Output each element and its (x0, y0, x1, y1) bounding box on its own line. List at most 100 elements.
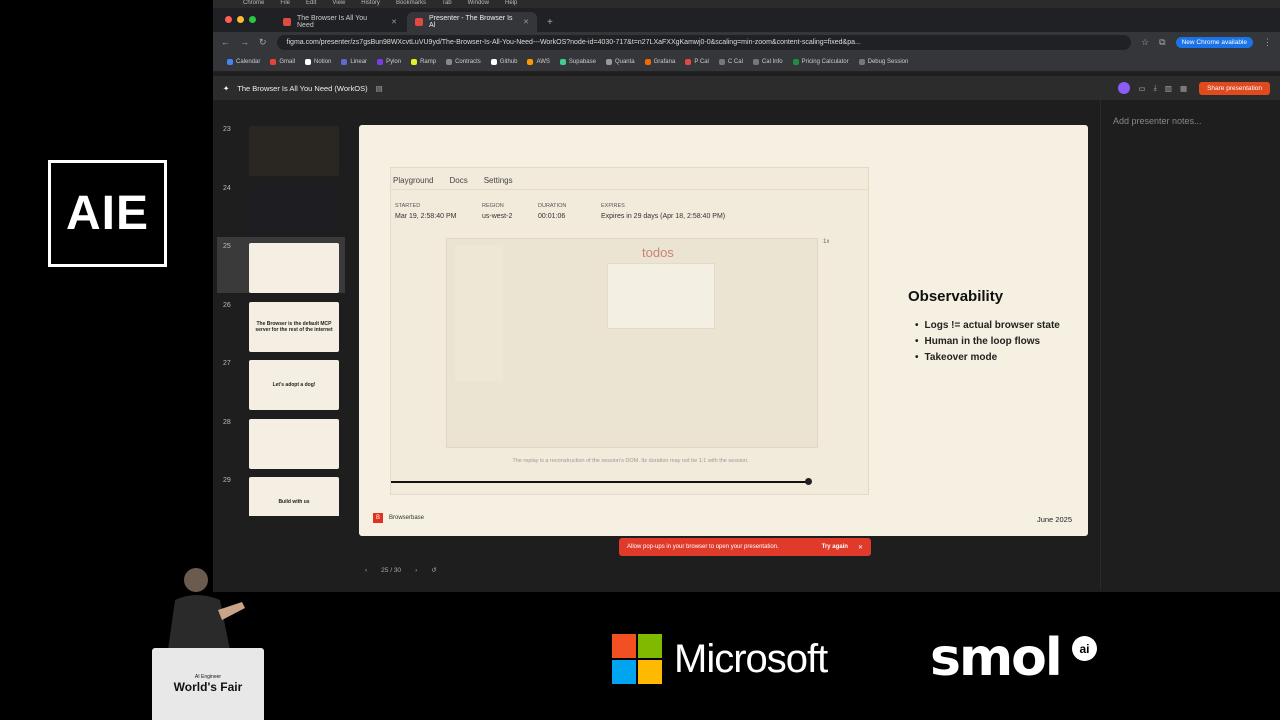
bookmark-label: Pricing Calculator (801, 58, 849, 65)
bookmark-favicon-icon (792, 58, 799, 65)
mac-menu-item[interactable]: Bookmarks (396, 0, 426, 6)
bookmark-item[interactable]: Pricing Calculator (792, 58, 849, 65)
bookmark-item[interactable]: Linear (341, 58, 367, 65)
tab-settings: Settings (483, 176, 513, 185)
forward-icon[interactable]: → (240, 37, 249, 47)
bookmark-item[interactable]: Notion (305, 58, 331, 65)
meta-duration: DURATION 00:01:06 (538, 203, 567, 220)
bookmark-label: Github (499, 58, 518, 65)
close-window-button[interactable] (225, 16, 232, 23)
reload-icon[interactable]: ↻ (259, 37, 267, 48)
bookmark-item[interactable]: Cal Info (752, 58, 783, 65)
mac-menu-item[interactable]: View (332, 0, 345, 6)
thumbnail-number: 28 (223, 418, 231, 426)
mac-menu-item[interactable]: Window (468, 0, 489, 6)
mac-menu-item[interactable]: Tab (442, 0, 452, 6)
slide-thumbnail-panel[interactable]: 23 24 25 26 The Browser is the default MCP s… (217, 100, 345, 516)
replay-sidebar (455, 245, 503, 381)
mac-menu-bar: Chrome File Edit View History Bookmarks Tab Win… (213, 0, 1280, 8)
bookmark-favicon-icon (270, 58, 277, 65)
settings-icon[interactable]: ▦ (1180, 84, 1187, 93)
slide-heading: Observability (908, 288, 1004, 305)
layout-icon[interactable]: ▥ (1165, 84, 1172, 93)
back-icon[interactable]: ← (221, 37, 230, 47)
url-input[interactable]: figma.com/presenter/zs7gsBun98WXcvtLuVU9… (276, 34, 1132, 50)
close-tab-icon[interactable]: ✕ (523, 18, 529, 26)
star-icon[interactable]: ☆ (1141, 37, 1149, 48)
slide-thumbnail-29[interactable]: 29 Build with us (217, 471, 345, 516)
bookmark-favicon-icon (644, 58, 651, 65)
restart-icon[interactable]: ↺ (431, 566, 436, 574)
sidebar-toggle-icon[interactable]: ▤ (376, 84, 383, 93)
thumbnail-preview (249, 126, 339, 176)
bookmark-item[interactable]: C Cal (718, 58, 743, 65)
bookmark-item[interactable]: P Cal (685, 58, 709, 65)
tab-docs: Docs (449, 176, 468, 185)
try-again-button[interactable]: Try again (822, 544, 848, 550)
slide-date: June 2025 (1036, 515, 1072, 524)
bookmark-item[interactable]: Ramp (411, 58, 437, 65)
slide-thumbnail-27[interactable]: 27 Let's adopt a dog! (217, 354, 345, 410)
bookmark-favicon-icon (752, 58, 759, 65)
bookmark-label: Supabase (568, 58, 596, 65)
slide-thumbnail-26[interactable]: 26 The Browser is the default MCP server … (217, 296, 345, 352)
prev-slide-icon[interactable]: ‹ (365, 567, 367, 574)
session-replay-frame: todos (446, 238, 818, 448)
mac-menu-item[interactable]: Help (505, 0, 517, 6)
bookmark-label: C Cal (727, 58, 743, 65)
minimize-window-button[interactable] (237, 16, 244, 23)
thumbnail-preview (249, 184, 339, 235)
chrome-tab-bar: The Browser Is All You Need ✕ Presenter … (213, 8, 1280, 32)
bookmark-favicon-icon (858, 58, 865, 65)
mac-menu-item[interactable]: History (361, 0, 380, 6)
window-controls[interactable] (225, 16, 256, 23)
zoom-window-button[interactable] (249, 16, 256, 23)
bookmark-item[interactable]: Grafana (644, 58, 675, 65)
meta-expires: EXPIRES Expires in 29 days (Apr 18, 2:58:… (601, 203, 726, 220)
playground-tabs: Playground Docs Settings (391, 168, 868, 190)
mac-menu-item[interactable]: File (280, 0, 290, 6)
bookmark-label: Pylon (386, 58, 402, 65)
bookmark-label: Ramp (420, 58, 437, 65)
close-icon[interactable]: ✕ (858, 544, 863, 551)
tab-label: Presenter - The Browser Is Al (429, 15, 513, 29)
tab-presenter[interactable]: Presenter - The Browser Is Al ✕ (407, 12, 537, 32)
bookmark-item[interactable]: Pylon (377, 58, 402, 65)
bookmark-item[interactable]: Contracts (446, 58, 481, 65)
avatar[interactable] (1118, 82, 1131, 94)
close-tab-icon[interactable]: ✕ (391, 18, 397, 26)
figma-logo-icon[interactable]: ✦ (223, 84, 229, 93)
replay-note: The replay is a reconstruction of the se… (512, 458, 749, 464)
bookmark-favicon-icon (446, 58, 453, 65)
bookmark-item[interactable]: AWS (527, 58, 550, 65)
new-chrome-available-button[interactable]: New Chrome available (1175, 36, 1253, 48)
download-icon[interactable]: ⤓ (1154, 83, 1157, 93)
bookmark-item[interactable]: Github (490, 58, 518, 65)
bookmark-item[interactable]: Gmail (270, 58, 296, 65)
bookmark-item[interactable]: Calendar (227, 58, 260, 65)
mac-menu-item[interactable]: Edit (306, 0, 316, 6)
bookmark-label: Gmail (279, 58, 296, 65)
slide-thumbnail-28[interactable]: 28 (217, 413, 345, 469)
bookmark-favicon-icon (411, 58, 418, 65)
notes-placeholder: Add presenter notes... (1113, 116, 1202, 126)
new-tab-button[interactable]: + (537, 17, 563, 32)
presenter-notes[interactable]: Add presenter notes... (1100, 100, 1280, 590)
slide-thumbnail-24[interactable]: 24 (217, 179, 345, 235)
figma-toolbar: ✦ The Browser Is All You Need (WorkOS) ▤… (213, 76, 1280, 100)
slide-thumbnail-23[interactable]: 23 (217, 120, 345, 176)
comment-icon[interactable]: ▭ (1138, 84, 1145, 93)
bookmark-item[interactable]: Quanta (605, 58, 635, 65)
tab-browser-is-all-you-need[interactable]: The Browser Is All You Need ✕ (275, 12, 405, 32)
share-presentation-button[interactable]: Share presentation (1199, 81, 1270, 95)
thumbnail-preview (249, 418, 339, 469)
bookmark-item[interactable]: Supabase (559, 58, 596, 65)
bookmark-label: Contracts (455, 58, 481, 65)
more-menu-icon[interactable]: ⋮ (1263, 37, 1272, 48)
bookmark-item[interactable]: Debug Session (858, 58, 908, 65)
next-slide-icon[interactable]: › (415, 567, 417, 574)
slide-thumbnail-25[interactable]: 25 (217, 237, 345, 293)
microsoft-grid-icon (612, 634, 662, 684)
mac-menu-item[interactable]: Chrome (243, 0, 264, 6)
extensions-icon[interactable]: ⧉ (1159, 37, 1165, 48)
